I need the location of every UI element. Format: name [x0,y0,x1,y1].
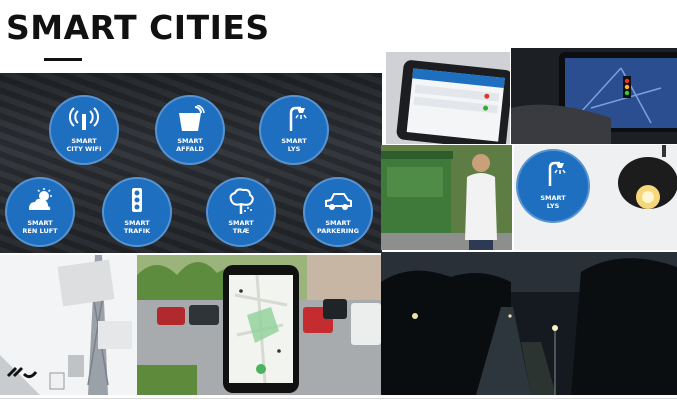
smart-trae-badge: SMART TRÆ [206,177,276,247]
streetlight-icon [289,106,307,131]
icon-label-line2: AFFALD [176,145,204,153]
icon-label-line1: SMART [325,219,351,227]
weather-icon [29,188,52,210]
icon-label-line2: CITY WIFI [66,145,102,153]
icon-label-line1: SMART [27,219,53,227]
footer-divider [0,398,677,399]
smart-parkering-badge: SMART PARKERING [303,177,373,247]
icon-label-line1: SMART [540,194,566,202]
trash-icon [179,105,205,131]
icon-label-line1: SMART [71,137,97,145]
wifi-icon [69,107,99,130]
logo-icon [6,366,38,379]
icon-label-line2: REN LUFT [22,227,58,235]
smart-lys-badge: SMART LYS [259,95,329,165]
car-icon [325,193,352,210]
smart-lys-lamp-photo: SMART LYS [514,145,677,250]
icon-label-line1: SMART [177,137,203,145]
icon-label-line2: PARKERING [317,227,359,235]
smart-trafik-badge: SMART TRAFIK [102,177,172,247]
navigation-tablet-photo [511,48,677,144]
title-underline [44,58,82,61]
smart-affald-badge: SMART AFFALD [155,95,225,165]
icon-label-line1: SMART [281,137,307,145]
icon-label-line1: SMART [124,219,150,227]
traffic-light-icon [132,188,142,212]
streetlight-icon [548,161,566,186]
city-aerial-photo: SMART CITY WIFI SMART AFFALD SMART LYS S… [0,73,382,253]
tree-icon [229,188,254,214]
parking-app-photo [137,255,381,395]
icon-label-line2: TRAFIK [123,227,151,235]
smart-lys-panel-badge: SMART LYS [516,149,590,223]
icon-label-line2: LYS [546,202,560,210]
waste-bin-photo [381,145,512,250]
tablet-app-photo [386,52,510,144]
night-street-photo [381,252,677,395]
smart-ren-luft-badge: SMART REN LUFT [5,177,75,247]
icon-label-line2: TRÆ [232,227,250,235]
icon-label-line1: SMART [228,219,254,227]
street-lamp-head [618,145,677,209]
smart-city-wifi-badge: SMART CITY WIFI [49,95,119,165]
page-title: SMART CITIES [6,8,270,47]
icon-label-line2: LYS [287,145,301,153]
